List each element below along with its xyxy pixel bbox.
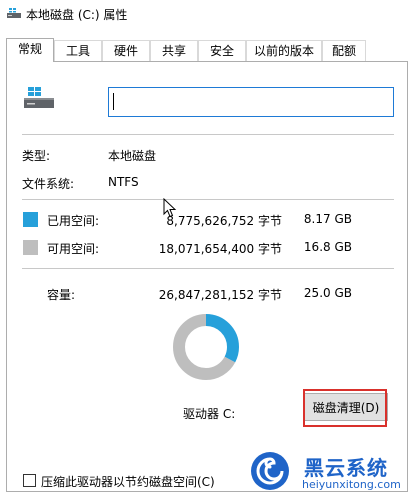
compress-label[interactable]: 压缩此驱动器以节约磁盘空间(C) (41, 473, 215, 490)
mouse-cursor-icon (163, 198, 177, 218)
used-space-label: 已用空间: (47, 214, 100, 228)
text-caret (113, 93, 114, 110)
filesystem-label: 文件系统: (22, 177, 75, 191)
used-space-swatch (23, 212, 38, 227)
tab-hardware[interactable]: 硬件 (102, 40, 150, 61)
window-title: 本地磁盘 (C:) 属性 (26, 8, 128, 22)
divider (22, 199, 394, 200)
type-value: 本地磁盘 (108, 149, 157, 163)
tab-tools[interactable]: 工具 (54, 40, 102, 61)
watermark-logo-icon (251, 452, 289, 490)
tab-sharing[interactable]: 共享 (150, 40, 198, 61)
capacity-bytes: 26,847,281,152 字节 (158, 288, 282, 302)
capacity-size: 25.0 GB (303, 286, 352, 300)
drive-icon (24, 87, 54, 108)
tab-security[interactable]: 安全 (198, 40, 246, 61)
drive-label: 驱动器 C: (183, 407, 236, 421)
watermark-url: heiyunxitong.com (302, 478, 401, 491)
free-space-size: 16.8 GB (303, 240, 352, 254)
disk-usage-donut (173, 314, 239, 380)
divider (22, 134, 394, 135)
volume-name-input[interactable] (108, 87, 394, 117)
used-space-size: 8.17 GB (303, 212, 352, 226)
watermark-title: 黑云系统 (304, 456, 388, 480)
capacity-label: 容量: (47, 288, 76, 302)
compress-checkbox[interactable] (23, 474, 36, 487)
highlight-box (303, 389, 387, 427)
free-space-swatch (23, 240, 38, 255)
free-space-label: 可用空间: (47, 242, 100, 256)
tab-general[interactable]: 常规 (6, 38, 54, 62)
divider (22, 268, 394, 269)
tab-quota[interactable]: 配额 (322, 40, 366, 61)
free-space-bytes: 18,071,654,400 字节 (158, 242, 282, 256)
filesystem-value: NTFS (108, 175, 139, 189)
general-panel (6, 61, 408, 492)
tab-previous-versions[interactable]: 以前的版本 (246, 40, 322, 61)
drive-icon (7, 8, 21, 18)
type-label: 类型: (22, 149, 51, 163)
